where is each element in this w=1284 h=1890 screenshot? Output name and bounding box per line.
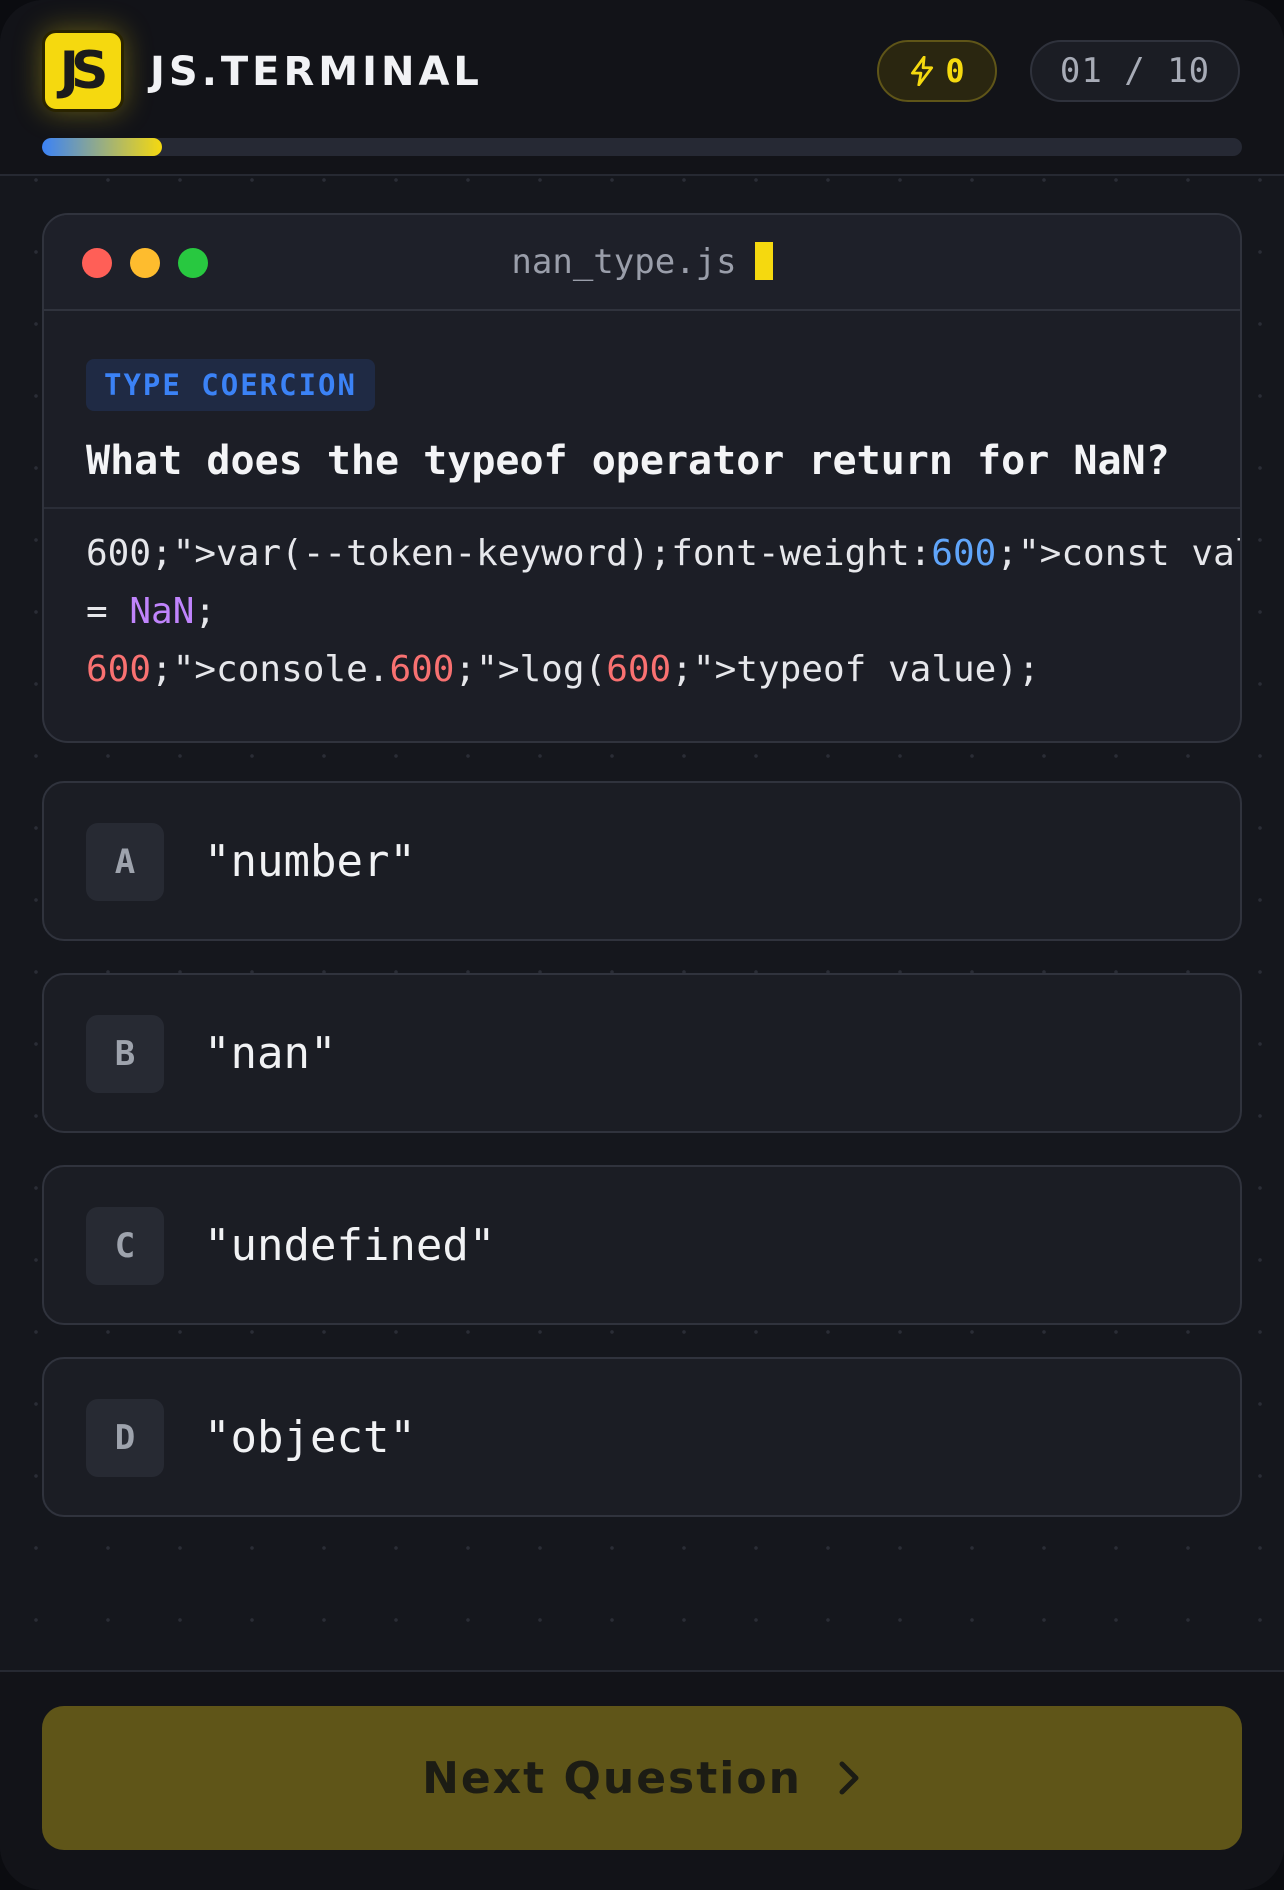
code-window-titlebar: nan_type.js <box>44 215 1240 311</box>
score-value: 0 <box>945 52 965 90</box>
code-token: ;">console. <box>151 649 390 690</box>
code-token: 600 <box>86 533 152 574</box>
option-key: B <box>86 1015 164 1093</box>
option-a[interactable]: A "number" <box>42 781 1242 941</box>
question-text: What does the typeof operator return for… <box>86 438 1170 484</box>
filename: nan_type.js <box>44 241 1240 283</box>
code-line-3: 600;">console.600;">log(600;">typeof val… <box>86 641 1206 699</box>
code-token: = <box>86 591 130 632</box>
option-text: "object" <box>204 1412 416 1463</box>
option-b[interactable]: B "nan" <box>42 973 1242 1133</box>
code-token: ;">typeof value); <box>671 649 1040 690</box>
progress-fill <box>42 138 162 156</box>
code-token: ;">var(--token-keyword);font-weight: <box>151 533 932 574</box>
option-text: "undefined" <box>204 1220 496 1271</box>
code-line-2: = NaN; <box>86 583 1206 641</box>
lightning-icon <box>911 56 934 86</box>
code-line-1: 600;">var(--token-keyword);font-weight:6… <box>86 525 1240 583</box>
option-key: D <box>86 1399 164 1477</box>
option-key: A <box>86 823 164 901</box>
code-token: 600 <box>86 649 152 690</box>
option-text: "nan" <box>204 1028 337 1079</box>
code-token: ;">log( <box>454 649 607 690</box>
code-token: 600 <box>606 649 672 690</box>
code-token: ; <box>194 591 217 632</box>
code-snippet: 600;">var(--token-keyword);font-weight:6… <box>86 525 1240 699</box>
category-tag: TYPE COERCION <box>86 359 375 411</box>
option-d[interactable]: D "object" <box>42 1357 1242 1517</box>
score-badge: 0 <box>877 40 997 102</box>
question-card: nan_type.js TYPE COERCION What does the … <box>42 213 1242 743</box>
option-text: "number" <box>204 836 416 887</box>
chevron-right-icon <box>839 1761 859 1795</box>
question-section: TYPE COERCION What does the typeof opera… <box>44 311 1240 509</box>
code-token: 600 <box>931 533 997 574</box>
next-question-label: Next Question <box>422 1752 802 1804</box>
header: JS JS.TERMINAL 0 01 / 10 <box>0 0 1284 176</box>
app-window: JS JS.TERMINAL 0 01 / 10 nan_type.js TYP… <box>0 0 1284 1890</box>
progress-bar <box>42 138 1242 156</box>
footer: Next Question <box>0 1670 1284 1890</box>
logo-text: JS <box>59 41 109 101</box>
filename-text: nan_type.js <box>511 242 737 282</box>
option-c[interactable]: C "undefined" <box>42 1165 1242 1325</box>
brand-title: JS.TERMINAL <box>150 49 483 95</box>
code-token: ;">const value <box>996 533 1240 574</box>
question-counter: 01 / 10 <box>1030 40 1240 102</box>
next-question-button[interactable]: Next Question <box>42 1706 1242 1850</box>
logo: JS <box>42 30 124 112</box>
code-token: 600 <box>389 649 455 690</box>
code-token: NaN <box>129 591 195 632</box>
cursor-icon <box>754 242 773 280</box>
option-key: C <box>86 1207 164 1285</box>
